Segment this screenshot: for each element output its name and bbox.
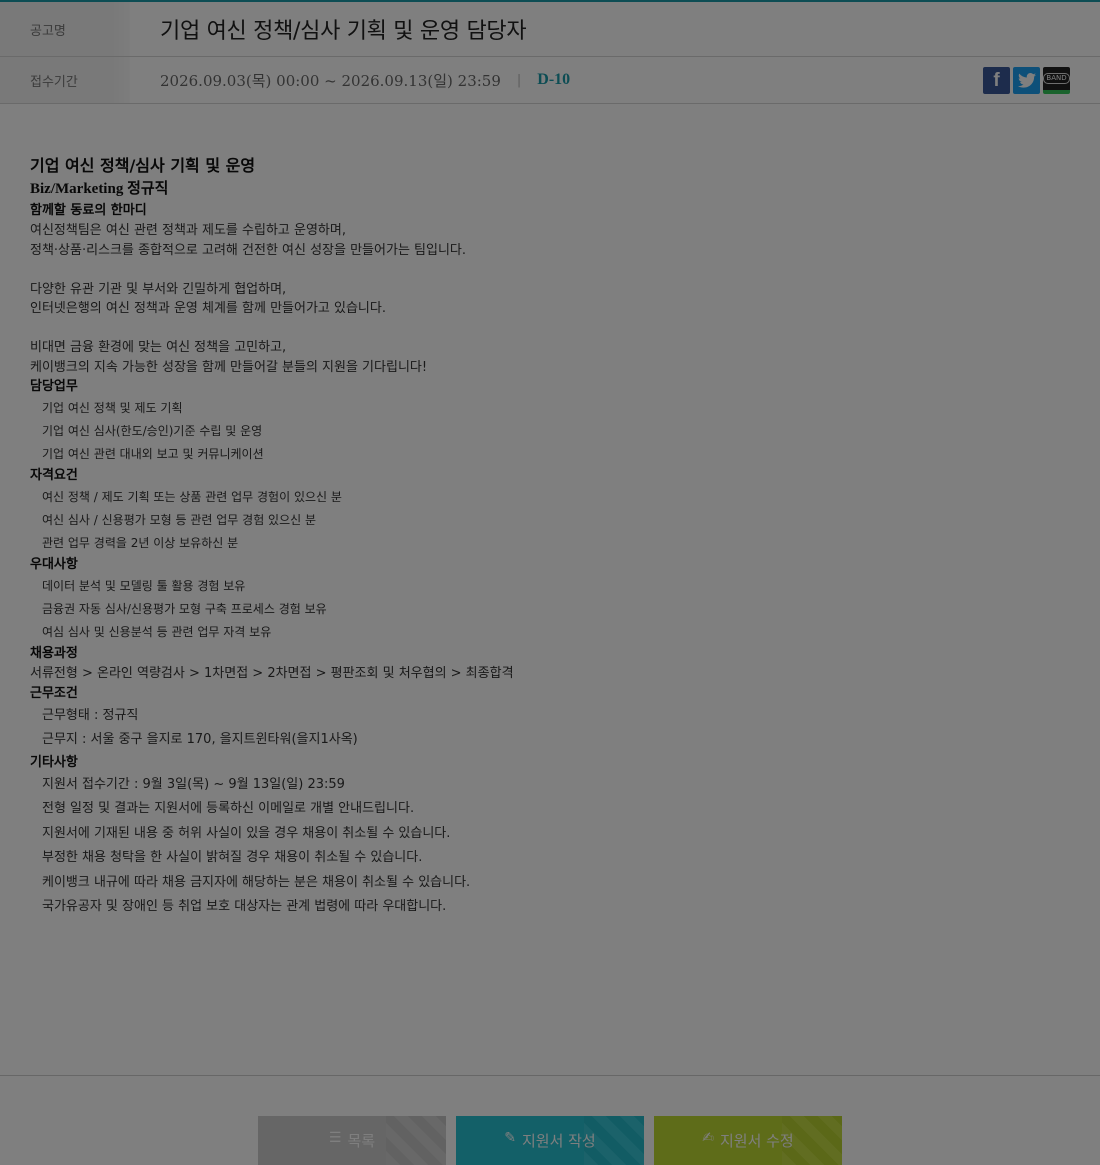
action-buttons: ☰ 목록 ✎ 지원서 작성 ✍ 지원서 수정: [258, 1116, 842, 1165]
etc-item: 케이뱅크 내규에 따라 채용 금지자에 해당하는 분은 채용이 취소될 수 있습…: [42, 874, 471, 890]
write-button-label: 지원서 작성: [521, 1132, 596, 1150]
process-title: 채용과정: [30, 646, 78, 661]
etc-item: 국가유공자 및 장애인 등 취업 보호 대상자는 관계 법령에 따라 우대합니다…: [42, 899, 447, 914]
post-title: 기업 여신 정책/심사 기획 및 운영 담당자: [160, 19, 527, 44]
preferred-item: 금융권 자동 심사/신용평가 모형 구축 프로세스 경험 보유: [42, 602, 327, 616]
intro-line: 다양한 유관 기관 및 부서와 긴밀하게 협업하며,: [30, 281, 287, 297]
period-text: 2026.09.03(목) 00:00 ~ 2026.09.13(일) 23:5…: [160, 71, 501, 90]
pencil-icon: ✎: [504, 1130, 516, 1146]
list-icon: ☰: [328, 1130, 342, 1146]
etc-title: 기타사항: [30, 754, 78, 770]
condition-item: 근무형태 : 정규직: [42, 707, 139, 723]
requirement-item: 여신 심사 / 신용평가 모형 등 관련 업무 경험 있으신 분: [42, 513, 317, 527]
period-row: 접수기간 2026.09.03(목) 00:00 ~ 2026.09.13(일)…: [0, 57, 1100, 104]
intro-line: 인터넷은행의 여신 정책과 운영 체계를 함께 만들어가고 있습니다.: [30, 301, 386, 316]
twitter-bird-icon: [1017, 73, 1036, 88]
write-application-button[interactable]: ✎ 지원서 작성: [456, 1116, 644, 1165]
intro-line: 케이뱅크의 지속 가능한 성장을 함께 만들어갈 분들의 지원을 기다립니다!: [30, 359, 428, 375]
intro-line: 비대면 금융 환경에 맞는 여신 정책을 고민하고,: [30, 340, 287, 355]
content-subheading: Biz/Marketing 정규직: [30, 181, 169, 197]
intro-text: 여신정책팀은 여신 관련 정책과 제도를 수립하고 운영하며, 정책·상품·리스…: [30, 221, 1070, 377]
dday-badge: D-10: [537, 71, 571, 88]
list-button-label: 목록: [347, 1132, 376, 1150]
etc-item: 지원서 접수기간 : 9월 3일(목) ~ 9월 13일(일) 23:59: [42, 776, 345, 792]
list-button[interactable]: ☰ 목록: [258, 1116, 446, 1165]
intro-title: 함께할 동료의 한마디: [30, 203, 147, 218]
edit-button-label: 지원서 수정: [719, 1132, 794, 1150]
application-period: 2026.09.03(목) 00:00 ~ 2026.09.13(일) 23:5…: [160, 57, 570, 103]
title-label: 공고명: [0, 2, 130, 56]
requirement-item: 관련 업무 경력을 2년 이상 보유하신 분: [42, 536, 239, 550]
requirements-title: 자격요건: [30, 468, 78, 483]
etc-item: 전형 일정 및 결과는 지원서에 등록하신 이메일로 개별 안내드립니다.: [42, 801, 415, 816]
intro-line: 여신정책팀은 여신 관련 정책과 제도를 수립하고 운영하며,: [30, 223, 346, 238]
band-icon[interactable]: BAND: [1043, 67, 1070, 94]
duty-item: 기업 여신 심사(한도/승인)기준 수립 및 운영: [42, 424, 263, 438]
condition-item: 근무지 : 서울 중구 을지로 170, 을지트윈타워(을지1사옥): [42, 732, 358, 747]
title-row: 공고명 기업 여신 정책/심사 기획 및 운영 담당자: [0, 2, 1100, 57]
preferred-item: 데이터 분석 및 모델링 툴 활용 경험 보유: [42, 579, 246, 593]
facebook-icon[interactable]: f: [983, 67, 1010, 94]
period-separator: |: [516, 72, 522, 88]
duty-item: 기업 여신 관련 대내외 보고 및 커뮤니케이션: [42, 447, 264, 461]
edit-application-button[interactable]: ✍ 지원서 수정: [654, 1116, 842, 1165]
process-text: 서류전형 > 온라인 역량검사 > 1차면접 > 2차면접 > 평판조회 및 처…: [30, 666, 514, 681]
intro-line: 정책·상품·리스크를 종합적으로 고려해 건전한 여신 성장을 만들어가는 팀입…: [30, 242, 467, 258]
edit-icon: ✍: [702, 1130, 714, 1146]
preferred-item: 여심 심사 및 신용분석 등 관련 업무 자격 보유: [42, 625, 272, 639]
period-label: 접수기간: [0, 57, 130, 103]
duties-title: 담당업무: [30, 379, 78, 394]
etc-item: 부정한 채용 청탁을 한 사실이 밝혀질 경우 채용이 취소될 수 있습니다.: [42, 850, 423, 865]
requirement-item: 여신 정책 / 제도 기획 또는 상품 관련 업무 경험이 있으신 분: [42, 490, 342, 504]
conditions-title: 근무조건: [30, 685, 78, 701]
duty-item: 기업 여신 정책 및 제도 기획: [42, 401, 183, 415]
twitter-icon[interactable]: [1013, 67, 1040, 94]
etc-item: 지원서에 기재된 내용 중 허위 사실이 있을 경우 채용이 취소될 수 있습니…: [42, 825, 451, 841]
preferred-title: 우대사항: [30, 557, 78, 572]
content-heading: 기업 여신 정책/심사 기획 및 운영: [30, 156, 256, 175]
job-description: 기업 여신 정책/심사 기획 및 운영 Biz/Marketing 정규직 함께…: [30, 154, 1070, 920]
share-buttons: f BAND: [983, 67, 1070, 94]
content-divider: [0, 1075, 1100, 1076]
